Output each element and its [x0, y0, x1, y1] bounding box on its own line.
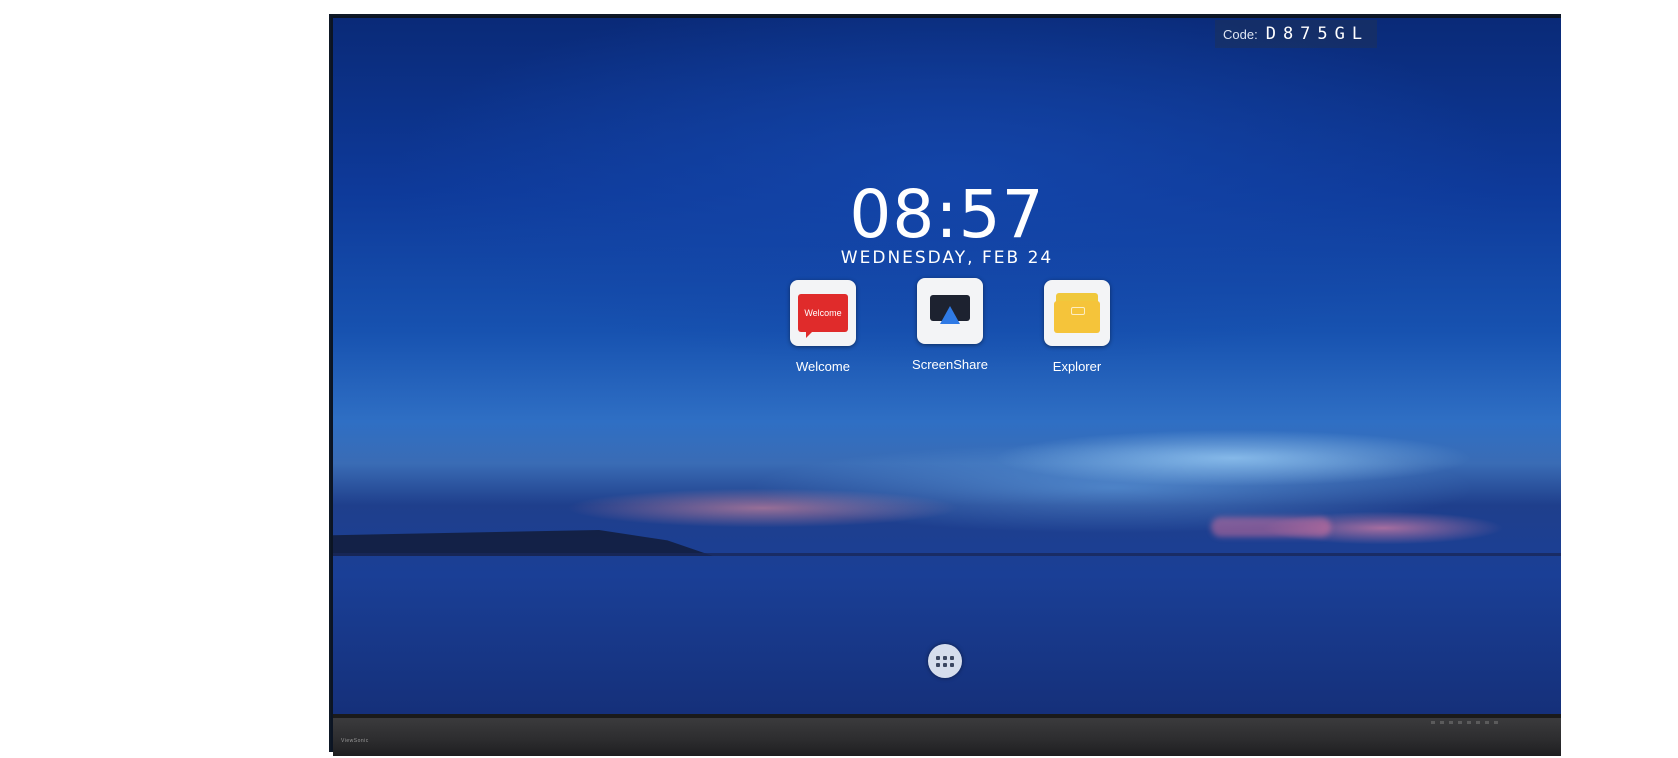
folder-front — [1054, 301, 1100, 333]
clock-date: WEDNESDAY, FEB 24 — [840, 248, 1054, 268]
app-drawer-icon[interactable] — [928, 644, 962, 678]
drawer-dot — [943, 662, 947, 667]
code-value: D875GL — [1265, 24, 1370, 44]
app-label: Welcome — [796, 359, 850, 374]
wallpaper-horizon — [333, 553, 1561, 556]
folder-graphic — [1054, 293, 1100, 333]
share-arrow — [940, 306, 960, 324]
app-label: ScreenShare — [912, 357, 988, 372]
welcome-badge-text: Welcome — [804, 308, 842, 318]
app-label: Explorer — [1052, 359, 1102, 374]
display-bezel: ViewSonic — [333, 714, 1561, 756]
clock-time: 08:57 — [849, 176, 1045, 253]
app-screenshare[interactable]: ScreenShare — [900, 278, 1000, 372]
drawer-dot — [936, 655, 940, 660]
screenshare-graphic — [926, 292, 974, 330]
screenshare-icon[interactable] — [917, 278, 983, 344]
app-welcome[interactable]: Welcome Welcome — [773, 280, 873, 374]
welcome-icon[interactable]: Welcome — [790, 280, 856, 346]
connection-code-badge: Code: D875GL — [1215, 20, 1378, 48]
drawer-dot — [950, 662, 954, 667]
welcome-badge: Welcome — [798, 294, 848, 338]
drawer-dot — [943, 655, 947, 660]
drawer-dot — [950, 655, 954, 660]
brand-logo: ViewSonic — [341, 738, 369, 744]
folder-tab — [1071, 307, 1085, 315]
code-label: Code: — [1223, 26, 1258, 42]
wallpaper-cloud — [1211, 517, 1331, 537]
display-panel: Code: D875GL 08:57 WEDNESDAY, FEB 24 Wel… — [329, 14, 1561, 756]
app-shortcuts: Welcome Welcome ScreenShare Explorer — [773, 278, 1153, 374]
drawer-dot — [936, 662, 940, 667]
app-explorer[interactable]: Explorer — [1027, 280, 1127, 374]
home-screen: Code: D875GL 08:57 WEDNESDAY, FEB 24 Wel… — [333, 18, 1561, 714]
bezel-ports — [1431, 721, 1501, 724]
folder-icon[interactable] — [1044, 280, 1110, 346]
